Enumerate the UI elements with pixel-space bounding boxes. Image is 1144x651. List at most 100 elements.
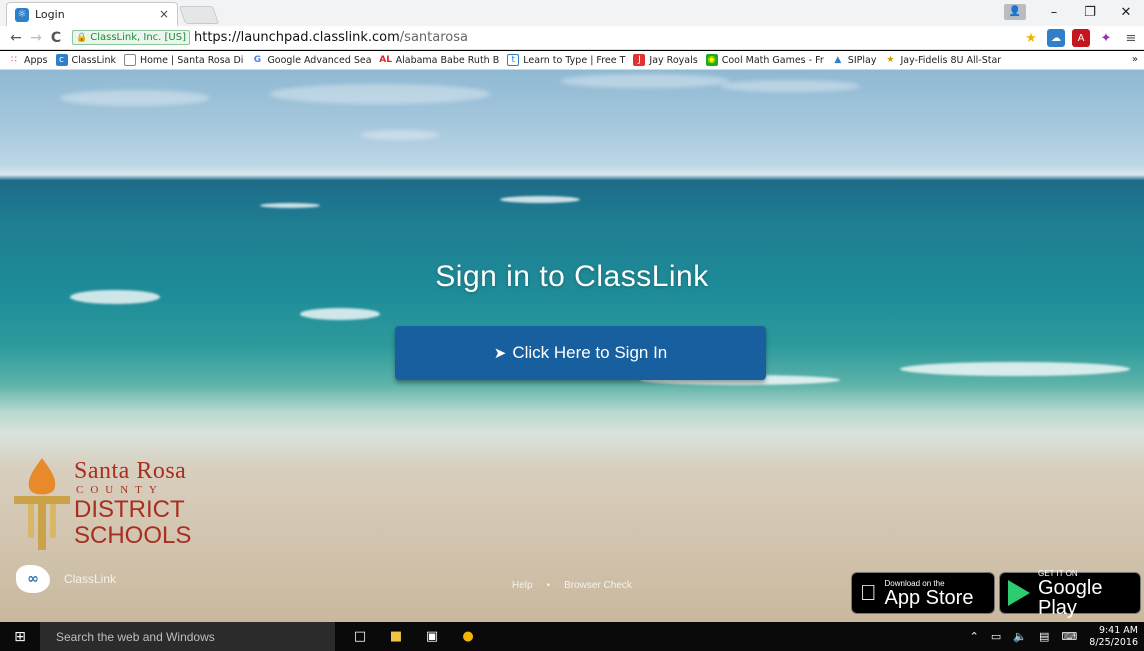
classlink-brand: ∞ ClassLink xyxy=(16,565,116,593)
pdf-extension-icon[interactable]: A xyxy=(1072,29,1090,47)
battery-icon[interactable]: ▭ xyxy=(991,630,1001,643)
wave-crest xyxy=(260,203,320,208)
window-controls: 👤 – ❐ ✕ xyxy=(1004,0,1144,24)
browser-check-link[interactable]: Browser Check xyxy=(564,580,632,591)
bookmark-label: Jay-Fidelis 8U All-Star xyxy=(900,54,1002,66)
bookmark-label: ClassLink xyxy=(71,54,116,66)
classlink-favicon-icon: ☼ xyxy=(15,7,29,22)
google-icon: G xyxy=(253,55,262,65)
bookmark-alabama[interactable]: AL Alabama Babe Ruth B xyxy=(379,54,500,66)
torch-icon xyxy=(14,458,70,550)
district-logo: Santa Rosa COUNTY DISTRICT SCHOOLS xyxy=(14,458,204,550)
bookmark-apps[interactable]: ∷ Apps xyxy=(8,54,48,66)
sky-cloud xyxy=(270,84,490,104)
bookmarks-bar: ∷ Apps c ClassLink Home | Santa Rosa Di … xyxy=(0,51,1144,70)
sky-cloud xyxy=(560,74,730,88)
keyboard-icon[interactable]: ⌨ xyxy=(1061,630,1077,643)
coolmath-icon: ◉ xyxy=(705,54,718,66)
logo-line-district: DISTRICT xyxy=(74,496,185,523)
security-badge[interactable]: 🔒 ClassLink, Inc. [US] xyxy=(72,30,190,45)
taskbar-apps: □ ■ ▣ ● xyxy=(349,626,479,648)
menu-icon[interactable]: ≡ xyxy=(1122,29,1140,47)
windows-start-icon[interactable]: ⊞ xyxy=(0,622,40,651)
back-arrow-icon[interactable]: ← xyxy=(6,30,26,46)
apps-grid-icon: ∷ xyxy=(11,55,17,65)
wave-crest xyxy=(900,362,1130,376)
page-title: Sign in to ClassLink xyxy=(435,260,709,293)
al-icon: AL xyxy=(379,55,392,65)
bookmark-classlink[interactable]: c ClassLink xyxy=(55,54,116,66)
apple-icon:  xyxy=(860,580,877,606)
bookmark-learn-to-type[interactable]: t Learn to Type | Free T xyxy=(507,54,625,66)
google-play-big-text: Google Play xyxy=(1038,576,1103,619)
siplay-icon: ▲ xyxy=(834,55,842,65)
extension-icon[interactable]: ✦ xyxy=(1097,29,1115,47)
taskbar-search-input[interactable]: Search the web and Windows xyxy=(40,622,335,651)
bookmark-siplay[interactable]: ▲ SIPlay xyxy=(832,54,876,66)
google-play-icon xyxy=(1008,580,1030,606)
maximize-icon[interactable]: ❐ xyxy=(1072,5,1108,20)
classlink-brand-name: ClassLink xyxy=(64,572,117,586)
chevron-up-icon[interactable]: ⌃ xyxy=(970,630,979,643)
login-page: Sign in to ClassLink ➤ Click Here to Sig… xyxy=(0,70,1144,622)
reload-icon[interactable]: C xyxy=(46,30,66,46)
url-host: https://launchpad.classlink.com xyxy=(193,30,400,45)
mc-icon: ★ xyxy=(886,55,895,65)
bookmark-jay-royals[interactable]: J Jay Royals xyxy=(633,54,698,66)
chrome-icon[interactable]: ● xyxy=(457,626,479,648)
system-tray: ⌃ ▭ 🔈 ▤ ⌨ 9:41 AM 8/25/2016 xyxy=(970,622,1138,651)
jay-royals-icon: J xyxy=(633,54,646,66)
taskbar-clock[interactable]: 9:41 AM 8/25/2016 xyxy=(1089,625,1138,649)
bookmark-label: Alabama Babe Ruth B xyxy=(395,54,500,66)
volume-icon[interactable]: 🔈 xyxy=(1013,630,1027,643)
bookmark-label: Home | Santa Rosa Di xyxy=(139,54,244,66)
logo-line-schools: SCHOOLS xyxy=(74,522,192,549)
store-icon[interactable]: ▣ xyxy=(421,626,443,648)
classlink-logo-icon: ∞ xyxy=(16,565,50,593)
notifications-icon[interactable]: ▤ xyxy=(1039,630,1049,643)
user-profile-icon[interactable]: 👤 xyxy=(1004,4,1026,20)
bookmarks-overflow-icon[interactable]: » xyxy=(1132,54,1138,65)
bookmark-label: Learn to Type | Free T xyxy=(523,54,626,66)
classlink-icon: c xyxy=(55,54,68,66)
sign-in-button[interactable]: ➤ Click Here to Sign In xyxy=(395,326,766,380)
browser-toolbar: ← → C 🔒 ClassLink, Inc. [US] https://lau… xyxy=(0,26,1144,50)
bookmark-jay-fidelis[interactable]: ★ Jay-Fidelis 8U All-Star xyxy=(884,54,1001,66)
file-explorer-icon[interactable]: ■ xyxy=(385,626,407,648)
windows-taskbar: ⊞ Search the web and Windows □ ■ ▣ ● ⌃ ▭… xyxy=(0,622,1144,651)
url-path: /santarosa xyxy=(399,30,468,45)
lock-icon: 🔒 xyxy=(76,32,88,43)
bookmark-label: Apps xyxy=(24,54,48,66)
bookmark-label: Google Advanced Sea xyxy=(267,54,372,66)
page-icon xyxy=(123,54,136,66)
app-store-big-text: App Store xyxy=(868,586,974,609)
sky-cloud xyxy=(720,80,860,92)
bookmark-label: Cool Math Games - Fr xyxy=(721,54,824,66)
sign-in-icon: ➤ xyxy=(493,345,507,362)
close-window-icon[interactable]: ✕ xyxy=(1108,5,1144,20)
new-tab-button[interactable] xyxy=(178,6,220,24)
wave-crest xyxy=(500,196,580,203)
app-store-badge[interactable]:  Download on the App Store xyxy=(851,572,995,614)
footer-separator: • xyxy=(546,580,551,591)
tab-title: Login xyxy=(35,8,65,21)
address-bar[interactable]: 🔒 ClassLink, Inc. [US] https://launchpad… xyxy=(72,28,1000,48)
typing-icon: t xyxy=(507,54,520,66)
google-play-badge[interactable]: GET IT ON Google Play xyxy=(999,569,1141,618)
bookmark-santa-rosa[interactable]: Home | Santa Rosa Di xyxy=(123,54,244,66)
forward-arrow-icon[interactable]: → xyxy=(26,30,46,46)
minimize-icon[interactable]: – xyxy=(1036,5,1072,20)
wave-crest xyxy=(300,308,380,320)
task-view-icon[interactable]: □ xyxy=(349,626,371,648)
footer-links: Help • Browser Check xyxy=(512,580,632,591)
tab-close-icon[interactable]: × xyxy=(159,7,169,21)
bookmark-star-icon[interactable]: ★ xyxy=(1022,29,1040,47)
browser-titlebar: ☼ Login × 👤 – ❐ ✕ xyxy=(0,0,1144,26)
bookmark-cool-math[interactable]: ◉ Cool Math Games - Fr xyxy=(705,54,824,66)
browser-tab[interactable]: ☼ Login × xyxy=(6,2,178,26)
help-link[interactable]: Help xyxy=(512,580,533,591)
bookmark-google-advanced[interactable]: G Google Advanced Sea xyxy=(251,54,372,66)
classlink-extension-icon[interactable]: ☁ xyxy=(1047,29,1065,47)
clock-date: 8/25/2016 xyxy=(1089,636,1138,648)
logo-line-santa-rosa: Santa Rosa xyxy=(74,458,187,484)
